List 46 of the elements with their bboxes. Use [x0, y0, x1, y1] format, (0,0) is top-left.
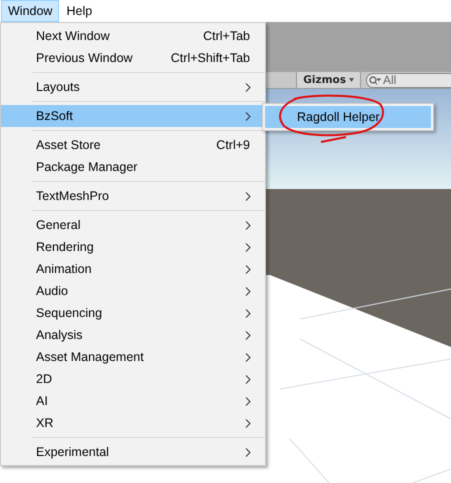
menu-item-label: Audio — [36, 284, 69, 298]
menu-item-label: Next Window — [36, 29, 111, 43]
menu-item-label: Experimental — [36, 445, 110, 459]
menu-item-label: Ragdoll Helper — [297, 110, 380, 124]
menu-item[interactable]: Asset Store Ctrl+9 — [1, 134, 265, 156]
menu-item-label: BzSoft — [36, 109, 74, 123]
caret-icon — [349, 78, 354, 82]
menu-item-label: Previous Window — [36, 51, 134, 65]
menu-item[interactable]: Asset Management — [1, 346, 265, 368]
menu-item-label: TextMeshPro — [36, 189, 110, 203]
shortcut-label: Ctrl+9 — [216, 138, 250, 152]
menu-item[interactable]: Audio — [1, 280, 265, 302]
menu-item[interactable]: Ragdoll Helper — [265, 106, 431, 128]
menu-item[interactable]: TextMeshPro — [1, 185, 265, 207]
menu-item[interactable]: Experimental — [1, 441, 265, 463]
menu-item[interactable]: AI — [1, 390, 265, 412]
menu-item-label: XR — [36, 416, 54, 430]
menu-item[interactable]: XR — [1, 412, 265, 434]
shortcut-label: Ctrl+Tab — [203, 29, 250, 43]
menu-item-label: Animation — [36, 262, 93, 276]
gizmos-dropdown[interactable]: Gizmos — [296, 72, 361, 88]
menu-item[interactable]: Previous Window Ctrl+Shift+Tab — [1, 47, 265, 69]
menu-item-label: Analysis — [36, 328, 84, 342]
menu-item-label: Sequencing — [36, 306, 104, 320]
menu-item[interactable]: Analysis — [1, 324, 265, 346]
menu-item[interactable]: General — [1, 214, 265, 236]
menubar-item[interactable]: Help — [59, 0, 100, 22]
menu-item[interactable]: Layouts — [1, 76, 265, 98]
menu-item[interactable]: Animation — [1, 258, 265, 280]
menu-item-label: Asset Store — [36, 138, 102, 152]
menu-item-label: Package Manager — [36, 160, 138, 174]
menubar-item[interactable]: Window — [1, 0, 60, 22]
search-field[interactable]: All — [366, 72, 451, 88]
menu-item[interactable]: Sequencing — [1, 302, 265, 324]
menu-item-label: 2D — [36, 372, 53, 386]
menu-item[interactable]: Next Window Ctrl+Tab — [1, 25, 265, 47]
menu-item[interactable]: Package Manager — [1, 156, 265, 178]
shortcut-label: Ctrl+Shift+Tab — [170, 51, 250, 65]
menu-item-label: Asset Management — [36, 350, 145, 364]
menu-item[interactable]: Rendering — [1, 236, 265, 258]
menu-item-label: Rendering — [36, 240, 95, 254]
menu-item[interactable]: BzSoft — [1, 105, 265, 127]
menu-item[interactable]: 2D — [1, 368, 265, 390]
menu-item-label: Layouts — [36, 80, 81, 94]
menu-item-label: AI — [36, 394, 49, 408]
menu-item-label: General — [36, 218, 82, 232]
